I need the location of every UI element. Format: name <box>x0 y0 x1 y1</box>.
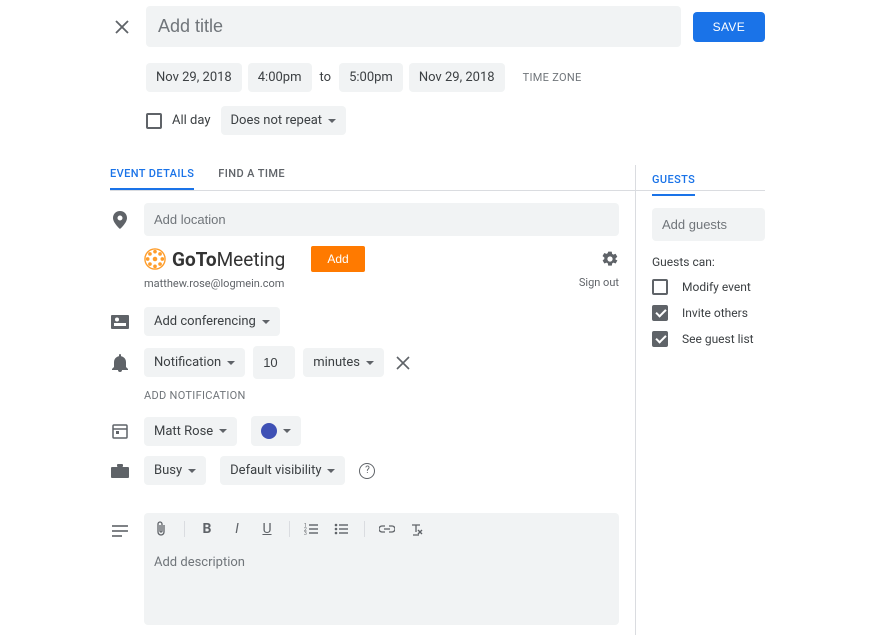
chevron-down-icon <box>227 361 235 365</box>
visibility-dropdown[interactable]: Default visibility <box>220 456 345 485</box>
notification-value-input[interactable] <box>253 346 295 379</box>
chevron-down-icon <box>283 429 291 433</box>
tab-find-a-time[interactable]: FIND A TIME <box>218 159 285 190</box>
gotomeeting-logo-icon <box>144 248 166 270</box>
calendar-owner-label: Matt Rose <box>154 424 213 439</box>
color-swatch <box>261 423 277 439</box>
to-label: to <box>318 70 334 85</box>
chevron-down-icon <box>328 119 336 123</box>
guests-can-label: Guests can: <box>652 255 765 269</box>
recurrence-label: Does not repeat <box>231 113 323 128</box>
bell-icon <box>110 353 130 373</box>
toolbar-separator <box>364 521 365 537</box>
modify-event-checkbox[interactable] <box>652 279 668 295</box>
calendar-color-dropdown[interactable] <box>251 416 301 446</box>
tab-guests[interactable]: GUESTS <box>652 165 695 196</box>
end-time-picker[interactable]: 5:00pm <box>339 63 403 92</box>
chevron-down-icon <box>219 429 227 433</box>
close-button[interactable] <box>110 15 134 39</box>
notification-type-dropdown[interactable]: Notification <box>144 348 245 377</box>
add-guests-input[interactable] <box>652 208 765 241</box>
start-date-picker[interactable]: Nov 29, 2018 <box>146 63 242 92</box>
recurrence-dropdown[interactable]: Does not repeat <box>221 106 347 135</box>
chevron-down-icon <box>262 320 270 324</box>
remove-notification-button[interactable] <box>392 352 414 374</box>
add-notification-button[interactable]: ADD NOTIFICATION <box>144 389 619 402</box>
description-icon <box>110 521 130 541</box>
clear-formatting-button[interactable] <box>409 522 425 536</box>
gotomeeting-add-button[interactable]: Add <box>311 246 364 272</box>
chevron-down-icon <box>327 469 335 473</box>
bold-button[interactable]: B <box>199 521 215 537</box>
visibility-label: Default visibility <box>230 463 321 478</box>
toolbar-separator <box>289 521 290 537</box>
visibility-help-icon[interactable]: ? <box>359 463 375 479</box>
location-input[interactable] <box>144 203 619 236</box>
tab-event-details[interactable]: EVENT DETAILS <box>110 159 194 190</box>
save-button[interactable]: SAVE <box>693 12 765 42</box>
invite-others-checkbox[interactable] <box>652 305 668 321</box>
gotomeeting-brand-text: GoToMeeting <box>172 248 285 271</box>
gotomeeting-account-email: matthew.rose@logmein.com <box>144 277 284 290</box>
all-day-checkbox[interactable] <box>146 113 162 129</box>
availability-label: Busy <box>154 463 182 478</box>
calendar-icon <box>110 421 130 441</box>
attach-file-button[interactable] <box>154 521 170 537</box>
modify-event-label: Modify event <box>682 280 751 294</box>
briefcase-icon <box>110 461 130 481</box>
start-time-picker[interactable]: 4:00pm <box>248 63 312 92</box>
conferencing-label: Add conferencing <box>154 314 256 329</box>
settings-gear-icon[interactable] <box>601 250 619 268</box>
event-title-input[interactable] <box>146 6 681 47</box>
underline-button[interactable]: U <box>259 521 275 537</box>
notification-type-label: Notification <box>154 355 221 370</box>
insert-link-button[interactable] <box>379 525 395 533</box>
chevron-down-icon <box>366 361 374 365</box>
end-date-picker[interactable]: Nov 29, 2018 <box>409 63 505 92</box>
toolbar-separator <box>184 521 185 537</box>
italic-button[interactable]: I <box>229 521 245 537</box>
gotomeeting-signout-link[interactable]: Sign out <box>579 276 619 289</box>
timezone-link[interactable]: TIME ZONE <box>523 71 582 84</box>
video-conferencing-icon <box>110 312 130 332</box>
all-day-label: All day <box>172 113 211 128</box>
invite-others-label: Invite others <box>682 306 748 320</box>
see-guest-list-label: See guest list <box>682 332 754 346</box>
location-pin-icon <box>110 210 130 230</box>
calendar-owner-dropdown[interactable]: Matt Rose <box>144 417 237 446</box>
notification-unit-dropdown[interactable]: minutes <box>303 348 384 377</box>
chevron-down-icon <box>188 469 196 473</box>
notification-unit-label: minutes <box>313 355 360 370</box>
numbered-list-button[interactable]: 123 <box>304 523 320 535</box>
see-guest-list-checkbox[interactable] <box>652 331 668 347</box>
description-textarea[interactable]: Add description <box>144 545 619 625</box>
bullet-list-button[interactable] <box>334 523 350 535</box>
svg-text:3: 3 <box>304 531 307 535</box>
conferencing-dropdown[interactable]: Add conferencing <box>144 307 280 336</box>
availability-dropdown[interactable]: Busy <box>144 456 206 485</box>
